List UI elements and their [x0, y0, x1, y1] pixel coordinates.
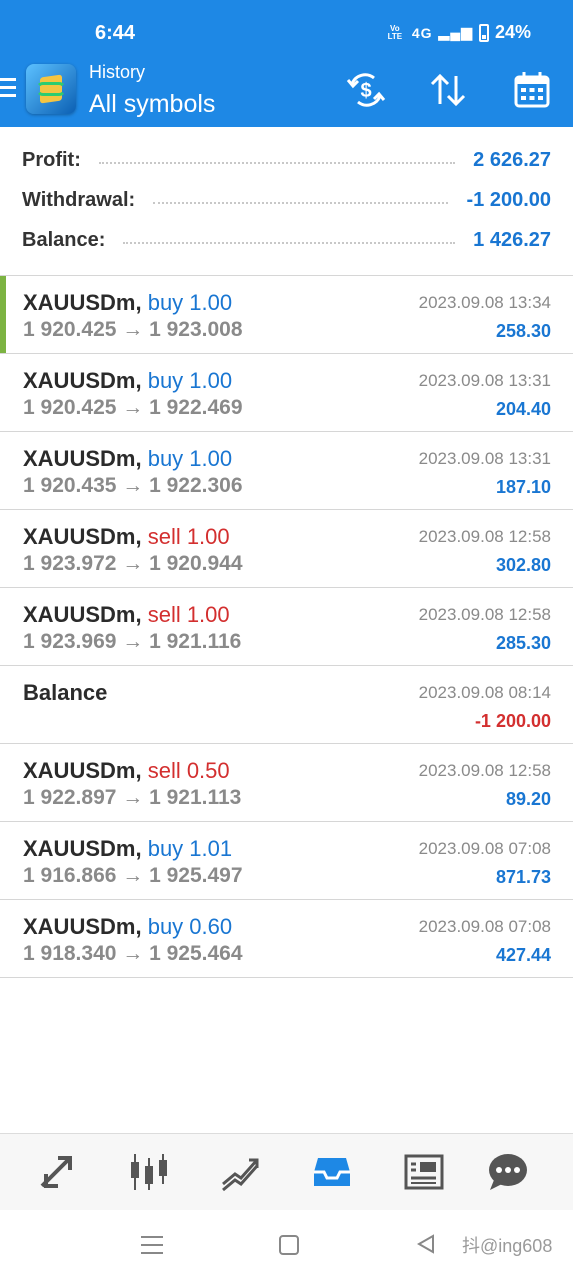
deal-action: sell 1.00 [147, 602, 230, 627]
summary-value: -1 200.00 [466, 188, 551, 211]
deal-row[interactable]: XAUUSDm, buy 0.60 1 918.340 → 1 925.464 … [0, 900, 573, 978]
deal-time: 2023.09.08 08:14 [418, 683, 551, 702]
trade-icon[interactable] [219, 1152, 263, 1192]
svg-text:$: $ [360, 80, 371, 102]
summary-value: 2 626.27 [473, 148, 551, 171]
summary-balance: Balance: 1 426.27 [22, 225, 551, 255]
leader-dots [123, 242, 456, 244]
deal-symbol: XAUUSDm, [23, 524, 142, 549]
summary-withdrawal: Withdrawal: -1 200.00 [22, 185, 551, 215]
watermark: 抖@ing608 [462, 1236, 553, 1256]
deal-prices: 1 916.866 → 1 925.497 [23, 864, 243, 887]
volte-indicator: Vo LTE [387, 23, 403, 41]
currency-exchange-icon[interactable]: $ [344, 70, 388, 110]
deal-prices: 1 923.972 → 1 920.944 [23, 552, 243, 575]
deal-time: 2023.09.08 12:58 [418, 527, 551, 546]
history-icon[interactable] [310, 1152, 354, 1192]
deal-row[interactable]: XAUUSDm, sell 1.00 1 923.972 → 1 920.944… [0, 510, 573, 588]
summary-label: Withdrawal: [22, 188, 136, 211]
deal-time: 2023.09.08 13:31 [418, 449, 551, 468]
deal-action: sell 1.00 [147, 524, 230, 549]
deal-profit: 427.44 [495, 945, 551, 965]
account-summary: Profit: 2 626.27 Withdrawal: -1 200.00 B… [0, 127, 573, 276]
deal-time: 2023.09.08 13:34 [418, 293, 551, 312]
deal-prices: 1 920.425 → 1 922.469 [23, 396, 243, 419]
deal-symbol: XAUUSDm, [23, 602, 142, 627]
deal-prices: 1 920.425 → 1 923.008 [23, 318, 243, 341]
deal-symbol: XAUUSDm, [23, 368, 142, 393]
deal-profit: 89.20 [505, 789, 551, 809]
deal-symbol: XAUUSDm, [23, 758, 142, 783]
battery-icon [478, 23, 489, 42]
summary-label: Balance: [22, 228, 106, 251]
chart-icon[interactable] [127, 1152, 171, 1192]
deal-symbol: XAUUSDm, [23, 836, 142, 861]
deal-action: buy 1.00 [147, 290, 233, 315]
deal-row[interactable]: XAUUSDm, buy 1.00 1 920.425 → 1 923.008 … [0, 276, 573, 354]
sort-icon[interactable] [426, 70, 470, 110]
deal-row[interactable]: XAUUSDm, buy 1.00 1 920.435 → 1 922.306 … [0, 432, 573, 510]
deal-time: 2023.09.08 07:08 [418, 839, 551, 858]
signal-icon: ▂▄▆ [438, 24, 473, 40]
deal-symbol: XAUUSDm, [23, 446, 142, 471]
symbol-filter-title[interactable]: All symbols [89, 90, 215, 119]
balance-row[interactable]: Balance 2023.09.08 08:14 -1 200.00 [0, 666, 573, 744]
quotes-icon[interactable] [36, 1152, 80, 1192]
summary-label: Profit: [22, 148, 81, 171]
app-bar: 6:44 Vo LTE 4G ▂▄▆ 24% History All symbo… [0, 0, 573, 127]
deal-action: sell 0.50 [147, 758, 230, 783]
deal-action: buy 0.60 [147, 914, 233, 939]
section-label: History [89, 62, 146, 82]
bottom-navigation [0, 1133, 573, 1211]
deal-row[interactable]: XAUUSDm, sell 1.00 1 923.969 → 1 921.116… [0, 588, 573, 666]
deal-prices: 1 920.435 → 1 922.306 [23, 474, 243, 497]
leader-dots [153, 202, 449, 204]
metatrader-logo-icon [26, 64, 76, 114]
deal-time: 2023.09.08 12:58 [418, 761, 551, 780]
deal-symbol: Balance [23, 680, 108, 705]
summary-value: 1 426.27 [473, 228, 551, 251]
deal-profit: 302.80 [495, 555, 551, 575]
deal-prices: 1 923.969 → 1 921.116 [23, 630, 242, 653]
leader-dots [98, 162, 456, 164]
news-icon[interactable] [402, 1152, 446, 1192]
deal-row[interactable]: XAUUSDm, buy 1.01 1 916.866 → 1 925.497 … [0, 822, 573, 900]
network-type: 4G [411, 24, 433, 41]
deal-profit: 187.10 [495, 477, 551, 497]
deal-profit: 258.30 [495, 321, 551, 341]
home-icon[interactable] [279, 1235, 299, 1255]
deal-profit: 871.73 [495, 867, 551, 887]
deal-row[interactable]: XAUUSDm, buy 1.00 1 920.425 → 1 922.469 … [0, 354, 573, 432]
battery-level: 24% [494, 22, 531, 42]
deal-time: 2023.09.08 13:31 [418, 371, 551, 390]
recent-apps-icon[interactable] [141, 1236, 163, 1254]
deal-row[interactable]: XAUUSDm, sell 0.50 1 922.897 → 1 921.113… [0, 744, 573, 822]
deal-action: buy 1.00 [147, 368, 233, 393]
deal-symbol: XAUUSDm, [23, 290, 142, 315]
deal-prices: 1 922.897 → 1 921.113 [23, 786, 242, 809]
deal-time: 2023.09.08 12:58 [418, 605, 551, 624]
deal-profit: 285.30 [495, 633, 551, 653]
status-time: 6:44 [95, 22, 136, 44]
deal-profit: -1 200.00 [474, 711, 551, 731]
deal-action: buy 1.00 [147, 446, 233, 471]
menu-icon[interactable] [0, 78, 16, 102]
chat-icon[interactable] [486, 1152, 530, 1192]
deal-profit: 204.40 [495, 399, 551, 419]
deal-time: 2023.09.08 07:08 [418, 917, 551, 936]
status-indicators: Vo LTE 4G ▂▄▆ 24% [384, 22, 531, 43]
deal-symbol: XAUUSDm, [23, 914, 142, 939]
calendar-icon[interactable] [510, 70, 554, 110]
summary-profit: Profit: 2 626.27 [22, 145, 551, 175]
back-icon[interactable] [416, 1234, 436, 1259]
deal-action: buy 1.01 [147, 836, 233, 861]
deal-prices: 1 918.340 → 1 925.464 [23, 942, 243, 965]
